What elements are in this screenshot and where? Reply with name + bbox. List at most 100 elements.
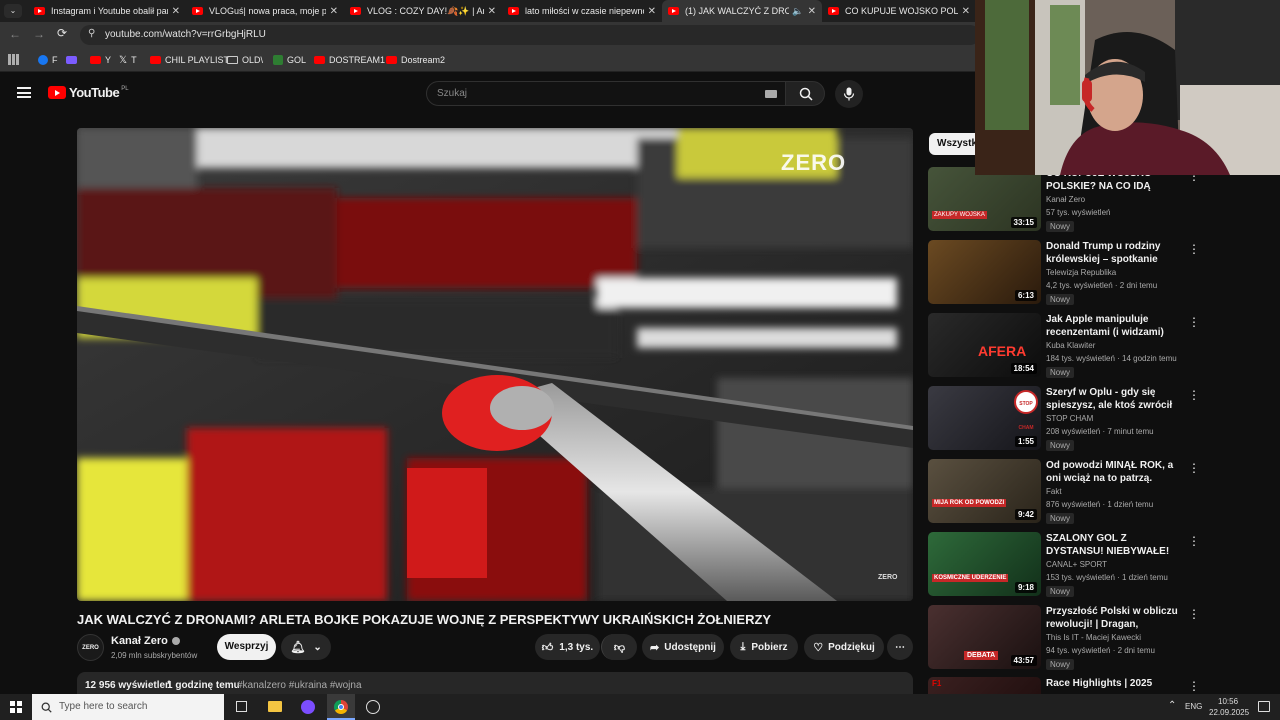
support-button[interactable]: Wesprzyj	[217, 634, 276, 660]
hashtags[interactable]: #kanalzero #ukraina #wojna	[237, 680, 362, 691]
video-meta: 184 tys. wyświetleń · 14 godzin temu	[1046, 354, 1177, 363]
close-tab-icon[interactable]: ✕	[648, 6, 656, 17]
download-button[interactable]: ⤓ Pobierz	[730, 634, 798, 660]
bookmark-gol[interactable]: GOL	[273, 53, 306, 67]
browser-tab-6[interactable]: CO KUPUJE WOJSKO POLSKIE?✕	[822, 0, 976, 22]
bookmark-dostream1[interactable]: DOSTREAM1	[314, 53, 385, 67]
folder-icon	[227, 56, 238, 64]
close-tab-icon[interactable]: ✕	[330, 6, 338, 17]
video-title: Donald Trump u rodziny królewskiej – spo…	[1046, 241, 1161, 265]
browser-tab-2[interactable]: VLOGuś| nowa praca, moje prze✕	[186, 0, 344, 22]
site-info-icon[interactable]: ⚲	[88, 28, 95, 39]
search-input[interactable]: Szukaj	[426, 81, 786, 106]
speaker-icon[interactable]: 🔈	[792, 6, 803, 17]
close-tab-icon[interactable]: ✕	[172, 6, 180, 17]
like-button[interactable]: 👍︎ 1,3 tys.	[535, 634, 600, 660]
youtube-icon	[90, 56, 101, 64]
channel-name: This Is IT - Maciej Kawecki	[1046, 633, 1141, 642]
notifications-icon[interactable]	[1258, 701, 1270, 712]
bookmark-x[interactable]: 𝕏T	[119, 53, 137, 67]
bookmark-facebook[interactable]: F	[38, 53, 58, 67]
file-explorer-icon[interactable]	[268, 701, 282, 712]
hamburger-menu-icon[interactable]	[17, 87, 31, 98]
thanks-button[interactable]: ♡ Podziękuj	[804, 634, 884, 660]
clock-date[interactable]: 22.09.2025	[1209, 708, 1249, 717]
browser-tab-4[interactable]: lato miłości w czasie niepewnoś ✕	[502, 0, 662, 22]
chevron-down-icon: ⌄	[313, 641, 322, 653]
apps-grid-icon[interactable]	[8, 54, 19, 65]
close-tab-icon[interactable]: ✕	[808, 6, 816, 17]
recommended-video[interactable]: ZAKUPY WOJSKA 33:15 CO KUPUJE WOJSKO POL…	[928, 167, 1228, 237]
verified-icon	[171, 637, 180, 645]
voice-search-button[interactable]	[835, 80, 863, 108]
video-thumbnail[interactable]: STOP CHAM 1:55	[928, 386, 1041, 450]
video-thumbnail[interactable]: AFERA 18:54	[928, 313, 1041, 377]
recommended-video[interactable]: F1 Race Highlights | 2025 ⋮	[928, 677, 1228, 694]
keyboard-icon[interactable]	[765, 90, 777, 98]
back-icon[interactable]: ←	[9, 27, 21, 41]
channel-name: Telewizja Republika	[1046, 268, 1117, 277]
channel-name[interactable]: Kanał Zero	[111, 635, 180, 647]
close-tab-icon[interactable]: ✕	[488, 6, 496, 17]
video-thumbnail[interactable]: KOSMICZNE UDERZENIE 9:18	[928, 532, 1041, 596]
recommended-video[interactable]: MIJA ROK OD POWODZI 9:42 Od powodzi MINĄ…	[928, 459, 1228, 529]
video-title: JAK WALCZYĆ Z DRONAMI? ARLETA BOJKE POKA…	[77, 612, 772, 627]
video-player[interactable]: ZERO ZERO	[77, 128, 913, 601]
video-thumbnail[interactable]: DEBATA 43:57	[928, 605, 1041, 669]
more-vertical-icon[interactable]: ⋮	[1188, 534, 1200, 548]
bookmark-folder-old[interactable]: OLD\	[227, 53, 263, 67]
recommended-video[interactable]: STOP CHAM 1:55 Szeryf w Oplu - gdy się s…	[928, 386, 1228, 456]
input-language[interactable]: ENG	[1185, 702, 1202, 711]
search-button[interactable]	[785, 81, 825, 106]
more-vertical-icon[interactable]: ⋮	[1188, 388, 1200, 402]
youtube-logo[interactable]: YouTube PL	[48, 85, 129, 100]
bookmark-twitch[interactable]	[66, 53, 81, 67]
video-thumbnail[interactable]: ZAKUPY WOJSKA 33:15	[928, 167, 1041, 231]
youtube-favicon-icon	[668, 7, 679, 15]
more-vertical-icon[interactable]: ⋮	[1188, 242, 1200, 256]
task-view-icon[interactable]	[236, 701, 247, 712]
app-icon[interactable]	[301, 700, 315, 714]
tab-search-chevron-icon[interactable]: ⌄	[4, 4, 22, 18]
video-thumbnail[interactable]: 6:13	[928, 240, 1041, 304]
dislike-button[interactable]: 👎︎	[601, 634, 637, 660]
taskbar-search-box[interactable]: Type here to search	[32, 694, 224, 720]
microphone-icon	[843, 87, 855, 101]
recommended-video[interactable]: DEBATA 43:57 Przyszłość Polski w obliczu…	[928, 605, 1228, 675]
browser-tab-3[interactable]: VLOG : COZY DAY!🍂✨ | Andz✕	[344, 0, 502, 22]
notifications-button[interactable]: 🔔︎ ⌄	[281, 634, 331, 660]
reload-icon[interactable]: ⟳	[57, 26, 67, 40]
video-title: Race Highlights | 2025	[1046, 678, 1153, 689]
address-bar[interactable]: ⚲ youtube.com/watch?v=rrGrbgHjRLU	[80, 25, 980, 45]
clock-time[interactable]: 10:56	[1218, 697, 1238, 706]
obs-icon[interactable]	[366, 700, 380, 714]
youtube-icon	[386, 56, 397, 64]
bookmark-youtube[interactable]: Y	[90, 53, 111, 67]
more-actions-button[interactable]: ⋯	[887, 634, 913, 660]
more-vertical-icon[interactable]: ⋮	[1188, 315, 1200, 329]
chrome-icon[interactable]	[327, 694, 355, 720]
browser-tab-1[interactable]: Instagram i Youtube obalił pań ✕	[28, 0, 186, 22]
recommended-video[interactable]: KOSMICZNE UDERZENIE 9:18 SZALONY GOL Z D…	[928, 532, 1228, 602]
video-thumbnail[interactable]: MIJA ROK OD POWODZI 9:42	[928, 459, 1041, 523]
forward-icon[interactable]: →	[33, 27, 45, 41]
video-meta: 94 tys. wyświetleń · 2 dni temu	[1046, 646, 1155, 655]
browser-tab-active[interactable]: (1) JAK WALCZYĆ Z DRONA🔈✕	[662, 0, 822, 22]
windows-start-icon[interactable]	[10, 701, 22, 713]
more-vertical-icon[interactable]: ⋮	[1188, 607, 1200, 621]
more-vertical-icon[interactable]: ⋮	[1188, 461, 1200, 475]
bookmark-chil-playlist[interactable]: CHIL PLAYLIST	[150, 53, 229, 67]
gol-icon	[273, 55, 283, 65]
bookmark-dostream2[interactable]: Dostream2	[386, 53, 445, 67]
youtube-favicon-icon	[350, 7, 361, 15]
close-tab-icon[interactable]: ✕	[962, 6, 970, 17]
recommended-video[interactable]: AFERA 18:54 Jak Apple manipuluje recenze…	[928, 313, 1228, 383]
recommended-video[interactable]: 6:13 Donald Trump u rodziny królewskiej …	[928, 240, 1228, 310]
new-badge: Nowy	[1046, 513, 1075, 524]
share-button[interactable]: ➦ Udostępnij	[642, 634, 724, 660]
tray-chevron-up-icon[interactable]: ⌃	[1168, 700, 1176, 711]
url-text: youtube.com/watch?v=rrGrbgHjRLU	[105, 29, 266, 40]
more-vertical-icon[interactable]: ⋮	[1188, 679, 1200, 693]
video-thumbnail[interactable]: F1	[928, 677, 1041, 694]
channel-avatar[interactable]: ZERO	[77, 634, 104, 661]
